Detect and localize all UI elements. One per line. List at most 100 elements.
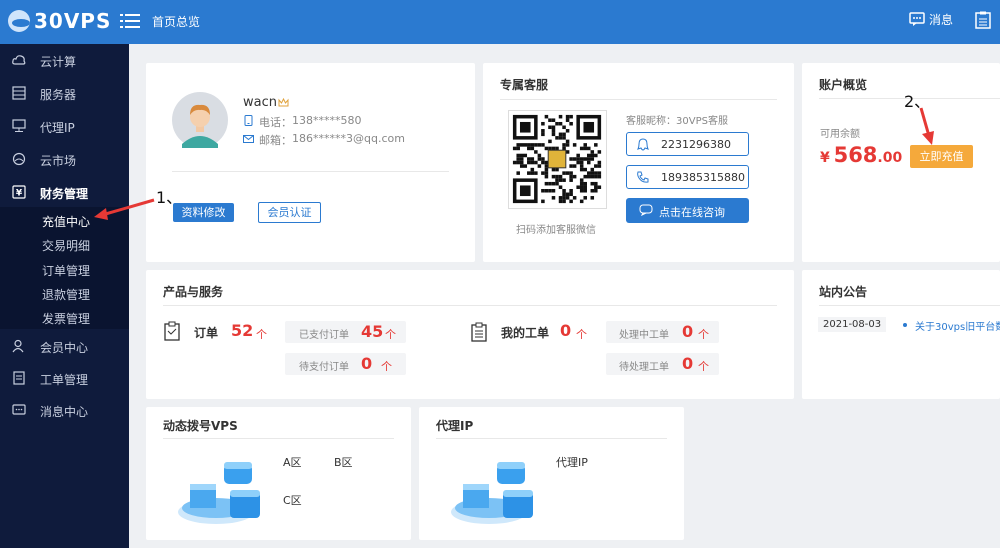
dial-vps-title: 动态拨号VPS [163, 419, 238, 433]
qq-contact-button[interactable]: 2231296380 [626, 132, 749, 156]
notice-link[interactable]: 关于30vps旧平台数 [915, 318, 1000, 333]
submenu-orders[interactable]: 订单管理 [42, 262, 90, 279]
consult-label: 点击在线咨询 [659, 206, 725, 219]
market-icon [12, 152, 26, 166]
paid-orders-label: 已支付订单 [299, 330, 349, 341]
messages-label: 消息 [929, 13, 954, 27]
menu-toggle-icon[interactable] [120, 11, 140, 31]
unit: 个 [576, 328, 587, 341]
todo-tickets-stat[interactable]: 待处理工单 0 个 [606, 353, 719, 375]
support-title: 专属客服 [500, 78, 549, 92]
finance-icon: ¥ [12, 185, 26, 199]
annotation-arrow-2-icon [919, 107, 934, 145]
qq-number: 2231296380 [661, 138, 731, 151]
brand-name: 30VPS [34, 9, 112, 33]
home-overview-link[interactable]: 首页总览 [152, 13, 200, 30]
balance-integer: 568 [833, 143, 878, 167]
ticket-list-icon [471, 322, 487, 342]
svg-text:¥: ¥ [16, 189, 23, 199]
phone-contact-button[interactable]: 189385315880 [626, 165, 749, 189]
profile-username: wacn [243, 95, 277, 110]
member-verify-button[interactable]: 会员认证 [258, 202, 321, 223]
divider [500, 99, 777, 100]
processing-tickets-stat[interactable]: 处理中工单 0 个 [606, 321, 719, 343]
submenu-recharge-center[interactable]: 充值中心 [42, 213, 90, 230]
currency-symbol: ¥ [820, 150, 830, 166]
email-icon [243, 135, 254, 143]
finance-submenu: 充值中心 交易明细 订单管理 退款管理 发票管理 [0, 207, 129, 329]
monitor-icon [12, 119, 26, 132]
tickets-count[interactable]: 0 [560, 321, 571, 340]
submenu-invoices[interactable]: 发票管理 [42, 310, 90, 327]
submenu-refunds[interactable]: 退款管理 [42, 286, 90, 303]
todo-tickets-count: 0 [682, 354, 694, 373]
bullet-icon [903, 323, 907, 327]
support-card: 专属客服 扫码添加客服微信 客服昵称：30VPS客服 2231296380 18… [483, 63, 794, 262]
zone-b-link[interactable]: B区 [334, 454, 353, 470]
announcements-card: 站内公告 2021-08-03 关于30vps旧平台数 [802, 270, 1000, 399]
crown-icon [278, 98, 289, 107]
notice-title: 站内公告 [819, 285, 868, 299]
paid-orders-stat[interactable]: 已支付订单 45 个 [285, 321, 406, 343]
qq-icon [637, 138, 649, 151]
divider [819, 305, 1000, 306]
phone-icon [244, 115, 253, 126]
divider [163, 438, 394, 439]
sidebar-item-servers[interactable]: 服务器 [0, 77, 129, 109]
sidebar: 云计算 服务器 代理IP 云市场 ¥ 财务管理 充值中心 交易明细 订单管理 退… [0, 44, 129, 548]
cloud-server-illustration-icon [178, 462, 260, 524]
support-nickname: 客服昵称：30VPS客服 [626, 116, 728, 127]
order-clipboard-icon [164, 321, 180, 341]
unit: 个 [385, 328, 396, 341]
sidebar-item-message-center[interactable]: 消息中心 [0, 394, 129, 426]
zone-c-link[interactable]: C区 [283, 492, 302, 508]
ticket-icon [13, 371, 25, 385]
pending-orders-label: 待支付订单 [299, 362, 349, 373]
recharge-now-button[interactable]: 立即充值 [910, 145, 973, 168]
pending-orders-count: 0 [361, 354, 373, 373]
top-bar: 30VPS 首页总览 消息 [0, 0, 1000, 44]
message-icon [909, 12, 925, 26]
phone-value: 138*****580 [292, 114, 362, 127]
chat-icon [12, 404, 26, 415]
divider [436, 438, 667, 439]
unit: 个 [698, 360, 709, 373]
account-overview-card: 账户概览 可用余额 ¥ 568.00 立即充值 [802, 63, 1000, 262]
proxy-title: 代理IP [436, 419, 474, 433]
sidebar-item-member-center[interactable]: 会员中心 [0, 330, 129, 362]
zone-a-link[interactable]: A区 [283, 454, 302, 470]
chat-bubble-icon [639, 204, 653, 216]
balance-label: 可用余额 [820, 129, 860, 140]
divider [163, 305, 777, 306]
products-title: 产品与服务 [163, 285, 224, 299]
wechat-qr-code [508, 110, 607, 209]
sidebar-item-cloud[interactable]: 云计算 [0, 44, 129, 76]
email-label: 邮箱： [259, 134, 292, 147]
products-services-card: 产品与服务 订单 52 个 已支付订单 45 个 待支付订单 0 个 我的工单 … [146, 270, 794, 399]
support-phone: 189385315880 [661, 171, 745, 184]
tickets-label: 我的工单 [501, 326, 550, 340]
paid-orders-count: 45 [361, 322, 384, 341]
server-icon [12, 86, 26, 100]
brand-logo[interactable]: 30VPS [8, 9, 111, 33]
proxy-ip-link[interactable]: 代理IP [556, 454, 588, 470]
document-icon[interactable] [975, 11, 991, 29]
email-value: 186******3@qq.com [292, 132, 405, 145]
sidebar-item-tickets[interactable]: 工单管理 [0, 362, 129, 394]
sidebar-item-proxy-ip[interactable]: 代理IP [0, 110, 129, 142]
account-title: 账户概览 [819, 78, 868, 92]
qr-caption: 扫码添加客服微信 [516, 225, 596, 236]
cloud-icon [12, 55, 26, 65]
pending-orders-stat[interactable]: 待支付订单 0 个 [285, 353, 406, 375]
submenu-transactions[interactable]: 交易明细 [42, 237, 90, 254]
proxy-server-illustration-icon [451, 462, 533, 524]
step-1-annotation: 1、 [156, 188, 183, 207]
todo-tickets-label: 待处理工单 [619, 362, 669, 373]
online-consult-button[interactable]: 点击在线咨询 [626, 198, 749, 223]
unit: 个 [698, 328, 709, 341]
logo-mark-icon [8, 10, 30, 32]
messages-button[interactable]: 消息 [909, 11, 953, 28]
sidebar-item-cloud-market[interactable]: 云市场 [0, 143, 129, 175]
user-icon [12, 339, 24, 353]
orders-count[interactable]: 52 [231, 321, 253, 340]
